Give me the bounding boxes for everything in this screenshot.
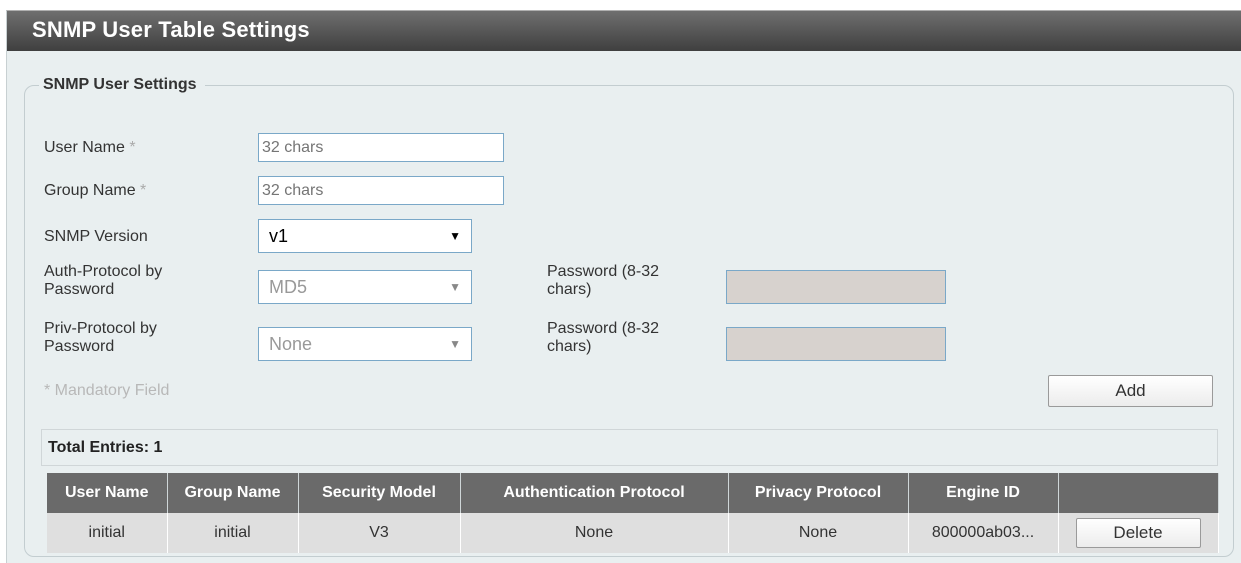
caret-down-icon: ▼ bbox=[449, 229, 461, 243]
snmp-user-table: User Name Group Name Security Model Auth… bbox=[47, 473, 1219, 553]
col-header-group-name: Group Name bbox=[167, 473, 299, 513]
group-name-input[interactable] bbox=[258, 176, 504, 205]
caret-down-icon: ▼ bbox=[449, 337, 461, 351]
snmp-version-select[interactable]: v1 ▼ bbox=[258, 219, 472, 253]
mandatory-field-note: * Mandatory Field bbox=[44, 382, 170, 399]
priv-password-input[interactable] bbox=[726, 327, 946, 361]
caret-down-icon: ▼ bbox=[449, 280, 461, 294]
snmp-version-label: SNMP Version bbox=[44, 228, 148, 245]
col-header-privacy-protocol: Privacy Protocol bbox=[728, 473, 909, 513]
col-header-user-name: User Name bbox=[47, 473, 168, 513]
table-row: initial initial V3 None None 800000ab03.… bbox=[47, 513, 1219, 553]
col-header-auth-protocol: Authentication Protocol bbox=[460, 473, 729, 513]
fieldset-legend: SNMP User Settings bbox=[43, 76, 197, 93]
page-title: SNMP User Table Settings bbox=[7, 11, 1241, 51]
group-name-label: Group Name * bbox=[44, 182, 147, 199]
cell-group-name: initial bbox=[167, 513, 299, 553]
priv-protocol-select[interactable]: None ▼ bbox=[258, 327, 472, 361]
cell-user-name: initial bbox=[47, 513, 168, 553]
auth-password-label: Password (8-32 chars) bbox=[547, 263, 660, 298]
snmp-version-value: v1 bbox=[269, 226, 289, 246]
priv-password-label: Password (8-32 chars) bbox=[547, 320, 660, 355]
cell-security-model: V3 bbox=[298, 513, 461, 553]
delete-button[interactable]: Delete bbox=[1075, 518, 1201, 548]
cell-engine-id: 800000ab03... bbox=[908, 513, 1059, 553]
cell-action: Delete bbox=[1058, 513, 1219, 553]
priv-protocol-label: Priv-Protocol by Password bbox=[44, 320, 157, 355]
col-header-security-model: Security Model bbox=[298, 473, 461, 513]
user-name-label: User Name * bbox=[44, 139, 136, 156]
user-name-input[interactable] bbox=[258, 133, 504, 162]
snmp-user-table-panel: SNMP User Table Settings SNMP User Setti… bbox=[6, 10, 1241, 563]
cell-privacy-protocol: None bbox=[728, 513, 909, 553]
priv-protocol-value: None bbox=[269, 334, 313, 354]
auth-protocol-label: Auth-Protocol by Password bbox=[44, 263, 163, 298]
total-entries: Total Entries: 1 bbox=[41, 429, 1218, 466]
auth-password-input[interactable] bbox=[726, 270, 946, 304]
add-button[interactable]: Add bbox=[1048, 375, 1213, 407]
table-header-row: User Name Group Name Security Model Auth… bbox=[47, 473, 1219, 513]
auth-protocol-select[interactable]: MD5 ▼ bbox=[258, 270, 472, 304]
col-header-engine-id: Engine ID bbox=[908, 473, 1059, 513]
auth-protocol-value: MD5 bbox=[269, 277, 308, 297]
col-header-action bbox=[1058, 473, 1219, 513]
cell-auth-protocol: None bbox=[460, 513, 729, 553]
